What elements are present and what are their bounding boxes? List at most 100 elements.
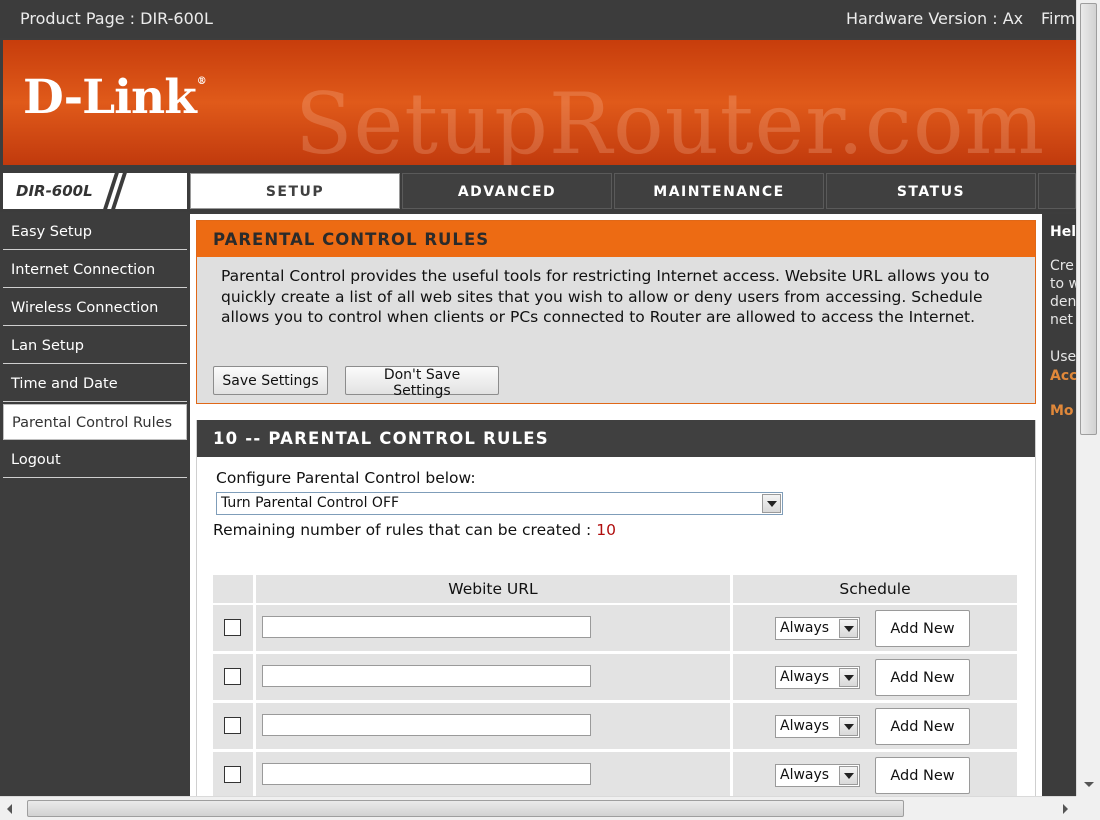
table-row: Always Add New xyxy=(213,703,1021,749)
table-header-row: Webite URL Schedule xyxy=(213,575,1021,603)
chevron-down-icon[interactable] xyxy=(839,668,858,687)
header-schedule-cell: Schedule xyxy=(733,575,1017,603)
checkbox-cell xyxy=(213,654,253,700)
schedule-value: Always xyxy=(780,718,830,734)
remaining-label: Remaining number of rules that can be cr… xyxy=(213,521,592,539)
browser-page: Product Page : DIR-600L Hardware Version… xyxy=(0,0,1100,820)
schedule-select[interactable]: Always xyxy=(775,715,860,738)
save-settings-button[interactable]: Save Settings xyxy=(213,366,328,395)
schedule-select[interactable]: Always xyxy=(775,764,860,787)
schedule-value: Always xyxy=(780,620,830,636)
tab-setup[interactable]: SETUP xyxy=(190,173,400,209)
url-cell xyxy=(256,752,730,798)
help-text-line: to w xyxy=(1050,276,1076,292)
watermark-text: SetupRouter.com xyxy=(295,75,1046,165)
header-checkbox-cell xyxy=(213,575,253,603)
schedule-value: Always xyxy=(780,669,830,685)
dlink-banner: D-Link® SetupRouter.com xyxy=(3,40,1076,165)
dlink-logo: D-Link® xyxy=(23,70,207,125)
help-text-line: Cre xyxy=(1050,258,1074,274)
horizontal-scrollbar[interactable] xyxy=(0,796,1076,820)
table-row: Always Add New xyxy=(213,605,1021,651)
schedule-select[interactable]: Always xyxy=(775,617,860,640)
sidebar-menu: Easy Setup Internet Connection Wireless … xyxy=(3,214,187,480)
url-cell xyxy=(256,703,730,749)
dont-save-settings-button[interactable]: Don't Save Settings xyxy=(345,366,499,399)
arrow-down-icon[interactable] xyxy=(1077,776,1100,793)
schedule-select[interactable]: Always xyxy=(775,666,860,689)
rule-checkbox[interactable] xyxy=(224,717,241,734)
help-link-access[interactable]: Acc xyxy=(1050,368,1076,384)
tab-maintenance[interactable]: MAINTENANCE xyxy=(614,173,824,209)
tab-status[interactable]: STATUS xyxy=(826,173,1036,209)
model-name: DIR-600L xyxy=(16,182,93,200)
intro-panel: PARENTAL CONTROL RULES Parental Control … xyxy=(196,220,1036,404)
help-title: Hel xyxy=(1050,224,1076,240)
table-row: Always Add New xyxy=(213,752,1021,798)
schedule-cell: Always Add New xyxy=(733,703,1017,749)
intro-description: Parental Control provides the useful too… xyxy=(221,267,990,326)
chevron-down-icon[interactable] xyxy=(839,717,858,736)
sidebar-item-logout[interactable]: Logout xyxy=(3,442,187,478)
tab-help[interactable] xyxy=(1038,173,1076,209)
chevron-down-icon[interactable] xyxy=(839,766,858,785)
url-input[interactable] xyxy=(262,714,591,736)
help-text-line: den xyxy=(1050,294,1076,310)
column-header-url: Webite URL xyxy=(448,580,538,598)
registered-mark: ® xyxy=(196,76,207,87)
header-url-cell: Webite URL xyxy=(256,575,730,603)
help-link-more[interactable]: Mo xyxy=(1050,403,1074,419)
column-header-schedule: Schedule xyxy=(839,580,911,598)
rule-checkbox[interactable] xyxy=(224,668,241,685)
arrow-right-icon[interactable] xyxy=(1054,797,1076,820)
checkbox-cell xyxy=(213,605,253,651)
horizontal-scroll-thumb[interactable] xyxy=(27,800,904,817)
schedule-cell: Always Add New xyxy=(733,752,1017,798)
url-input[interactable] xyxy=(262,616,591,638)
schedule-value: Always xyxy=(780,767,830,783)
schedule-cell: Always Add New xyxy=(733,654,1017,700)
url-input[interactable] xyxy=(262,763,591,785)
add-new-button[interactable]: Add New xyxy=(875,708,970,745)
schedule-cell: Always Add New xyxy=(733,605,1017,651)
table-row: Always Add New xyxy=(213,654,1021,700)
sidebar-item-easy-setup[interactable]: Easy Setup xyxy=(3,214,187,250)
rule-checkbox[interactable] xyxy=(224,619,241,636)
vertical-scroll-thumb[interactable] xyxy=(1080,3,1097,435)
rule-checkbox[interactable] xyxy=(224,766,241,783)
help-panel: Hel Cre to w den net Use Acc Mo xyxy=(1043,214,1076,820)
chevron-down-icon[interactable] xyxy=(839,619,858,638)
top-info-bar: Product Page : DIR-600L Hardware Version… xyxy=(0,0,1076,38)
remaining-count: 10 xyxy=(596,521,616,539)
url-cell xyxy=(256,654,730,700)
remaining-rules-text: Remaining number of rules that can be cr… xyxy=(213,521,616,539)
parental-control-select[interactable]: Turn Parental Control OFF xyxy=(216,492,783,515)
add-new-button[interactable]: Add New xyxy=(875,610,970,647)
url-input[interactable] xyxy=(262,665,591,687)
select-value: Turn Parental Control OFF xyxy=(221,495,400,511)
tab-advanced[interactable]: ADVANCED xyxy=(402,173,612,209)
arrow-left-icon[interactable] xyxy=(0,797,22,820)
add-new-button[interactable]: Add New xyxy=(875,757,970,794)
configure-label: Configure Parental Control below: xyxy=(216,469,476,487)
model-badge: DIR-600L xyxy=(3,173,187,209)
main-navigation: DIR-600L SETUP ADVANCED MAINTENANCE STAT… xyxy=(0,170,1076,212)
help-text-line: net xyxy=(1050,312,1073,328)
sidebar-item-wireless-connection[interactable]: Wireless Connection xyxy=(3,290,187,326)
rules-title: 10 -- PARENTAL CONTROL RULES xyxy=(197,420,1035,457)
help-text-line: Use xyxy=(1050,349,1076,365)
sidebar-item-lan-setup[interactable]: Lan Setup xyxy=(3,328,187,364)
firmware-version-label: Firm xyxy=(1041,9,1076,28)
logo-text: D-Link xyxy=(23,70,197,125)
rules-panel: 10 -- PARENTAL CONTROL RULES Configure P… xyxy=(196,420,1036,820)
intro-title: PARENTAL CONTROL RULES xyxy=(197,221,1035,257)
sidebar-item-internet-connection[interactable]: Internet Connection xyxy=(3,252,187,288)
vertical-scrollbar[interactable] xyxy=(1076,0,1100,796)
sidebar-item-parental-control-rules[interactable]: Parental Control Rules xyxy=(3,404,187,440)
checkbox-cell xyxy=(213,752,253,798)
sidebar-item-time-and-date[interactable]: Time and Date xyxy=(3,366,187,402)
chevron-down-icon[interactable] xyxy=(762,494,781,513)
product-page-label: Product Page : DIR-600L xyxy=(20,9,213,28)
add-new-button[interactable]: Add New xyxy=(875,659,970,696)
checkbox-cell xyxy=(213,703,253,749)
